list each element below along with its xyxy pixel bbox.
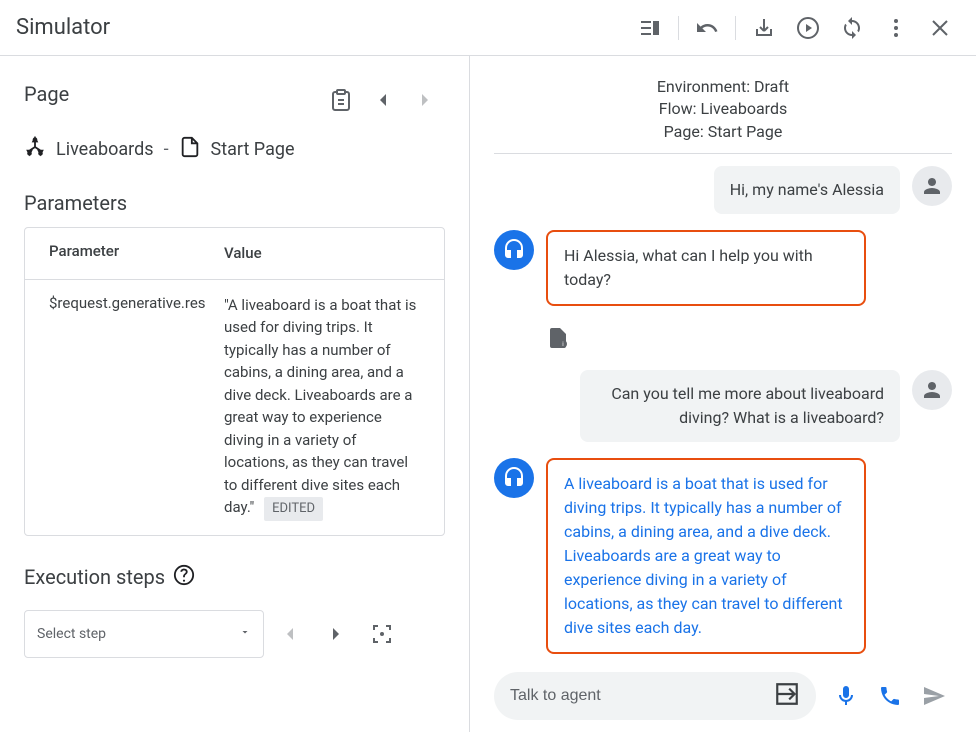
prev-step-button[interactable] (270, 614, 310, 654)
env-flow: Flow: Liveaboards (494, 98, 952, 120)
submit-icon[interactable] (774, 681, 800, 711)
chat-area: Hi, my name's Alessia Hi Alessia, what c… (470, 154, 976, 660)
page-title: Simulator (16, 15, 110, 40)
chat-input-wrapper[interactable] (494, 672, 816, 720)
step-select[interactable]: Select step (24, 610, 264, 658)
phone-button[interactable] (872, 678, 908, 714)
panel-toggle-button[interactable] (630, 8, 670, 48)
page-icon (179, 136, 201, 163)
next-step-button[interactable] (316, 614, 356, 654)
clipboard-button[interactable] (321, 80, 361, 120)
toolbar (630, 8, 960, 48)
param-value-cell: "A liveaboard is a boat that is used for… (224, 294, 420, 521)
user-message: Can you tell me more about liveaboard di… (580, 370, 900, 442)
chevron-down-icon (239, 626, 251, 642)
help-icon[interactable] (173, 564, 195, 590)
agent-avatar (494, 458, 534, 498)
chat-input[interactable] (510, 687, 774, 705)
agent-message-generative: A liveaboard is a boat that is used for … (546, 458, 866, 654)
prev-page-button[interactable] (363, 80, 403, 120)
divider (735, 16, 736, 40)
param-value-text: "A liveaboard is a boat that is used for… (224, 296, 416, 517)
step-select-placeholder: Select step (37, 626, 106, 642)
edited-badge: EDITED (264, 497, 323, 521)
next-page-button[interactable] (405, 80, 445, 120)
send-button[interactable] (916, 678, 952, 714)
env-page: Page: Start Page (494, 121, 952, 143)
mic-button[interactable] (828, 678, 864, 714)
more-menu-button[interactable] (876, 8, 916, 48)
document-icon[interactable]: i (546, 326, 570, 354)
parameters-table: Parameter Value $request.generative.res … (24, 227, 445, 536)
value-col-header: Value (224, 242, 420, 265)
user-avatar (912, 370, 952, 410)
focus-button[interactable] (362, 614, 402, 654)
user-avatar (912, 166, 952, 206)
environment-info: Environment: Draft Flow: Liveaboards Pag… (494, 56, 952, 154)
breadcrumb: Liveaboards - Start Page (24, 136, 445, 163)
play-button[interactable] (788, 8, 828, 48)
divider (678, 16, 679, 40)
undo-button[interactable] (687, 8, 727, 48)
agent-message: Hi Alessia, what can I help you with tod… (546, 230, 866, 306)
breadcrumb-flow[interactable]: Liveaboards (56, 139, 154, 160)
agent-avatar (494, 230, 534, 270)
page-section-label: Page (24, 82, 69, 106)
save-button[interactable] (744, 8, 784, 48)
parameters-heading: Parameters (24, 191, 445, 215)
param-name-cell: $request.generative.res (49, 294, 224, 521)
flow-icon (24, 136, 46, 163)
param-col-header: Parameter (49, 242, 224, 265)
close-button[interactable] (920, 8, 960, 48)
breadcrumb-separator: - (164, 139, 169, 160)
left-panel: Page Liveaboards - Start (0, 56, 470, 732)
execution-steps-heading: Execution steps (24, 565, 165, 589)
input-bar (470, 660, 976, 732)
user-message: Hi, my name's Alessia (714, 166, 900, 214)
env-environment: Environment: Draft (494, 76, 952, 98)
chat-panel: Environment: Draft Flow: Liveaboards Pag… (470, 56, 976, 732)
breadcrumb-page[interactable]: Start Page (211, 139, 295, 160)
reset-button[interactable] (832, 8, 872, 48)
table-row[interactable]: $request.generative.res "A liveaboard is… (25, 280, 444, 535)
